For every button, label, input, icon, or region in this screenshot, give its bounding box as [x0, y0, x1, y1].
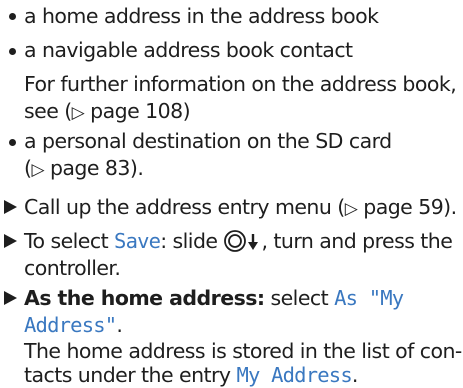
step-select-save-line2: controller. — [24, 256, 121, 280]
step-call-up-menu: Call up the address entry menu (▷ page 5… — [24, 195, 457, 219]
step-arrow-icon — [4, 291, 17, 305]
step-arrow-icon — [4, 234, 17, 248]
step-home-address: As the home address: select As "My — [24, 286, 404, 310]
step-heading: As the home address: — [24, 286, 265, 310]
note-line2: tacts under the entry My Address. — [24, 363, 358, 387]
bullet-dot-icon — [9, 139, 16, 146]
step-arrow-icon — [4, 200, 17, 214]
page-pointer-icon: ▷ — [31, 160, 44, 180]
page-pointer-icon: ▷ — [71, 103, 85, 123]
list-item-navigable-contact: a navigable address book contact — [24, 38, 353, 62]
bullet-dot-icon — [9, 48, 16, 55]
list-item-home-address: a home address in the address book — [24, 4, 379, 28]
display-text-as-my-address-cont: Address" — [24, 313, 117, 337]
sd-card-page-ref: (▷ page 83). — [24, 156, 144, 180]
display-text-save: Save — [114, 229, 161, 253]
further-info-line2: see (▷ page 108) — [24, 99, 191, 123]
display-text-my-address: My Address — [236, 363, 352, 387]
page-reference: page 59). — [357, 195, 457, 219]
page-reference: page 108) — [84, 99, 191, 123]
bullet-dot-icon — [9, 13, 16, 20]
page-pointer-icon: ▷ — [344, 199, 358, 219]
note-line1: The home address is stored in the list o… — [24, 339, 462, 363]
step-home-address-line2: Address". — [24, 313, 123, 337]
page-reference: page 83). — [43, 156, 144, 180]
list-item-sd-card-destination: a personal destination on the SD card — [24, 129, 392, 153]
further-info-line1: For further information on the address b… — [24, 72, 457, 96]
display-text-as-my-address: As "My — [334, 286, 404, 310]
controller-slide-down-icon — [223, 229, 261, 259]
